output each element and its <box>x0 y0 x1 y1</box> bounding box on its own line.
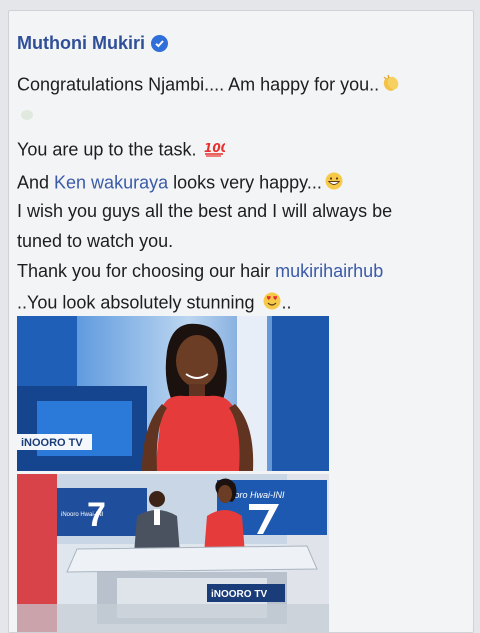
photo2-sign-left-small: iNooro Hwai-INI <box>61 512 104 518</box>
hundred-points-emoji-icon: 100 <box>203 139 230 162</box>
post-text: You are up to the task. <box>17 139 197 160</box>
post-text-line-7: ..You look absolutely stunning .. <box>17 291 292 316</box>
post-text: ..You look absolutely stunning <box>17 292 260 313</box>
mention-link-mukirihairhub[interactable]: mukirihairhub <box>275 261 383 281</box>
post-text-line-4: I wish you guys all the best and I will … <box>17 201 393 221</box>
post-text: .. <box>281 292 292 313</box>
post-text: Congratulations Njambi.... Am happy for … <box>17 74 380 95</box>
mention-link-ken[interactable]: Ken wakuraya <box>54 172 168 192</box>
verified-badge-icon <box>150 35 168 52</box>
heart-eyes-emoji-icon <box>262 291 282 316</box>
post-card: Muthoni Mukiri Congratulations Njambi...… <box>8 10 474 633</box>
grinning-face-emoji-icon <box>324 171 344 196</box>
post-text: looks very happy... <box>168 172 322 193</box>
post-photo-1[interactable]: iNOORO TV <box>17 316 329 471</box>
post-text-line-1: Congratulations Njambi.... Am happy for … <box>17 73 401 98</box>
svg-text:100: 100 <box>204 141 225 155</box>
post-text: And <box>17 172 55 193</box>
post-text-line-2: You are up to the task. 100 <box>17 139 230 162</box>
post-text-line-3: And Ken wakuraya looks very happy... <box>17 171 344 196</box>
post-text-line-5: tuned to watch you. <box>17 231 174 251</box>
photo2-logo: iNOORO TV <box>211 589 267 600</box>
post-text: Thank you for choosing our hair <box>17 261 276 281</box>
post-photo-2[interactable]: 7 iNooro Hwai-INI iNooro Hwai-INI iNOORO… <box>17 474 329 632</box>
author-name[interactable]: Muthoni Mukiri <box>17 33 145 54</box>
clapping-hands-emoji-icon <box>381 73 401 98</box>
post-author[interactable]: Muthoni Mukiri <box>17 33 168 54</box>
photo1-logo: iNOORO TV <box>21 437 83 449</box>
post-text-line-6: Thank you for choosing our hair mukiriha… <box>17 261 383 282</box>
faint-emoji-icon <box>19 107 35 128</box>
